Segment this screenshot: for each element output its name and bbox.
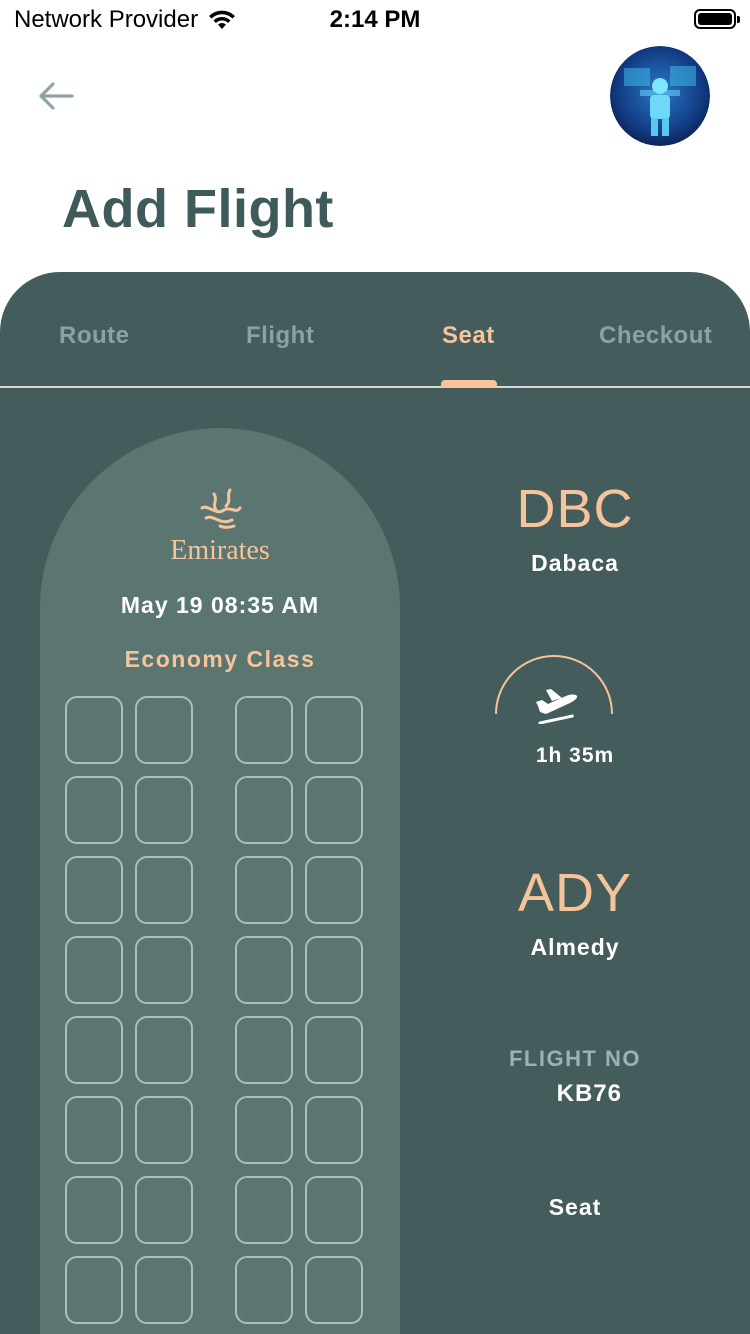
seat[interactable]: [65, 1256, 123, 1324]
flight-no-label: FLIGHT NO: [508, 1046, 642, 1071]
plane-takeoff-icon: [536, 689, 578, 724]
seat[interactable]: [235, 776, 293, 844]
seat[interactable]: [135, 1256, 193, 1324]
seat[interactable]: [65, 1176, 123, 1244]
page-title: Add Flight: [62, 179, 334, 239]
seat[interactable]: [65, 856, 123, 924]
booking-panel: Route Flight Seat Checkout Emirates May …: [0, 272, 750, 1334]
airline-logo: Emirates: [40, 486, 400, 567]
seat[interactable]: [305, 1096, 363, 1164]
origin-city: Dabaca: [531, 550, 619, 576]
seat[interactable]: [65, 1096, 123, 1164]
seat-row: [65, 1176, 365, 1256]
seat[interactable]: [135, 696, 193, 764]
tab-flight[interactable]: Flight: [246, 322, 314, 350]
seat[interactable]: [235, 1016, 293, 1084]
avatar-image: [610, 46, 710, 146]
seat-grid: [65, 696, 365, 1334]
seat-row: [65, 856, 365, 936]
seat[interactable]: [135, 856, 193, 924]
tab-seat[interactable]: Seat: [442, 322, 495, 350]
airline-name: Emirates: [170, 535, 270, 566]
seat[interactable]: [235, 1256, 293, 1324]
seat[interactable]: [235, 1096, 293, 1164]
seat[interactable]: [65, 1016, 123, 1084]
seat[interactable]: [135, 1176, 193, 1244]
plane-seat-map: Emirates May 19 08:35 AM Economy Class: [40, 428, 400, 1334]
seat[interactable]: [305, 936, 363, 1004]
seat-row: [65, 1016, 365, 1096]
status-bar: Network Provider 2:14 PM: [0, 0, 750, 40]
tab-route[interactable]: Route: [59, 322, 130, 350]
seat[interactable]: [135, 1016, 193, 1084]
seat-row: [65, 1096, 365, 1176]
seat[interactable]: [305, 776, 363, 844]
flight-date: May 19 08:35 AM: [120, 592, 320, 618]
seat-class: Economy Class: [124, 646, 316, 672]
flight-no-value: KB76: [556, 1080, 622, 1107]
destination-code: ADY: [517, 863, 633, 923]
arrow-left-icon: [39, 82, 74, 110]
flight-duration: 1h 35m: [535, 744, 615, 767]
seat[interactable]: [305, 1256, 363, 1324]
seat[interactable]: [235, 1176, 293, 1244]
seat[interactable]: [65, 776, 123, 844]
seat-row: [65, 936, 365, 1016]
seat[interactable]: [65, 696, 123, 764]
seat[interactable]: [235, 856, 293, 924]
back-button[interactable]: [34, 74, 78, 118]
seat-row: [65, 776, 365, 856]
seat-row: [65, 696, 365, 776]
destination-city: Almedy: [530, 934, 620, 960]
origin-code: DBC: [516, 479, 634, 539]
seat[interactable]: [235, 696, 293, 764]
active-tab-indicator: [441, 380, 497, 388]
seat[interactable]: [135, 1096, 193, 1164]
avatar[interactable]: [610, 46, 710, 146]
seat-row: [65, 1256, 365, 1334]
emirates-calligraphy-icon: [200, 488, 242, 529]
selected-seat-label: Seat: [548, 1194, 602, 1220]
seat[interactable]: [305, 1176, 363, 1244]
seat[interactable]: [135, 936, 193, 1004]
status-time: 2:14 PM: [329, 6, 421, 33]
seat[interactable]: [135, 776, 193, 844]
tab-checkout[interactable]: Checkout: [599, 322, 712, 350]
seat[interactable]: [305, 856, 363, 924]
seat[interactable]: [305, 1016, 363, 1084]
seat[interactable]: [235, 936, 293, 1004]
route-info: DBC Dabaca 1h 35m ADY Almedy FLIGHT NO K…: [400, 388, 750, 1334]
seat[interactable]: [305, 696, 363, 764]
battery-icon: [694, 9, 740, 29]
seat[interactable]: [65, 936, 123, 1004]
tab-bar: Route Flight Seat Checkout: [0, 272, 750, 388]
